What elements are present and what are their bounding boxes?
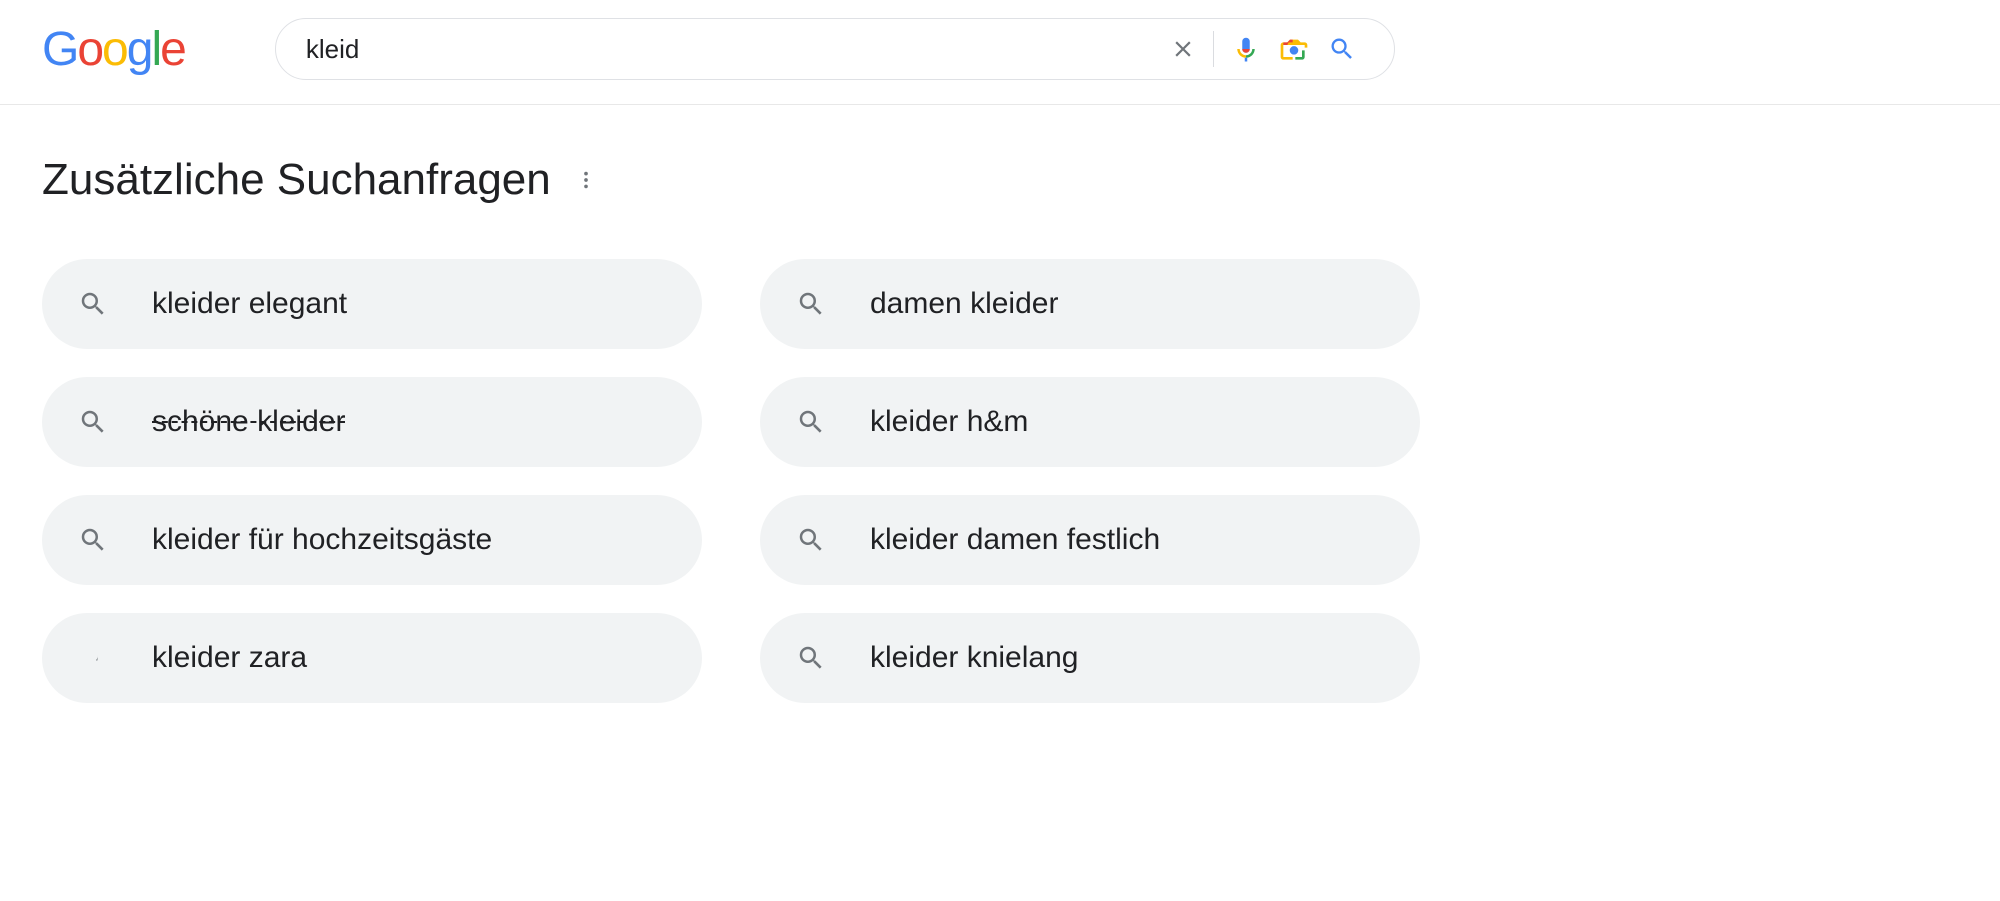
section-title: Zusätzliche Suchanfragen [42,155,551,205]
related-search-chip[interactable]: kleider damen festlich [760,495,1420,585]
chip-label: kleider damen festlich [870,523,1160,557]
search-icon [796,525,826,555]
close-icon [1170,36,1196,62]
clear-button[interactable] [1159,25,1207,73]
search-button[interactable] [1318,25,1366,73]
chip-label: kleider knielang [870,641,1078,675]
divider [1213,31,1214,67]
search-box[interactable] [275,18,1395,80]
search-icon [796,643,826,673]
chip-label: kleider zara [152,641,307,675]
search-icon [78,525,108,555]
related-search-chip[interactable]: schöne kleider [42,377,702,467]
voice-search-button[interactable] [1222,25,1270,73]
search-icon [796,407,826,437]
search-icon [1328,35,1356,63]
chip-label: damen kleider [870,287,1058,321]
camera-icon [1278,33,1310,65]
google-logo[interactable]: Google [42,22,185,77]
related-search-chip[interactable]: kleider für hochzeitsgäste [42,495,702,585]
related-searches-grid: kleider elegant damen kleider schöne kle… [42,259,1420,703]
related-search-chip[interactable]: damen kleider [760,259,1420,349]
main-content: Zusätzliche Suchanfragen kleider elegant… [0,105,1420,703]
header: Google [0,0,2000,105]
image-search-button[interactable] [1270,25,1318,73]
more-options-icon[interactable] [575,169,597,191]
search-icon [796,289,826,319]
search-icon [78,289,108,319]
chip-label: kleider elegant [152,287,347,321]
search-icon [78,407,108,437]
search-input[interactable] [306,34,1159,65]
search-actions [1159,25,1366,73]
related-search-chip[interactable]: kleider zara [42,613,702,703]
microphone-icon [1231,34,1261,64]
section-header: Zusätzliche Suchanfragen [42,155,1420,205]
search-icon [78,643,108,673]
chip-label: kleider für hochzeitsgäste [152,523,492,557]
related-search-chip[interactable]: kleider knielang [760,613,1420,703]
related-search-chip[interactable]: kleider h&m [760,377,1420,467]
chip-label: schöne kleider [152,405,345,439]
chip-label: kleider h&m [870,405,1028,439]
related-search-chip[interactable]: kleider elegant [42,259,702,349]
